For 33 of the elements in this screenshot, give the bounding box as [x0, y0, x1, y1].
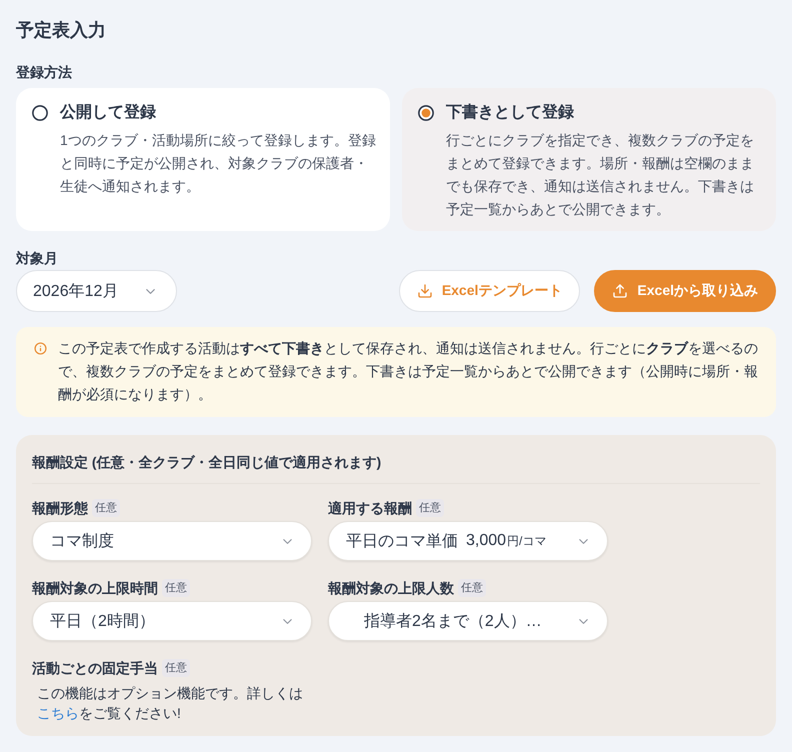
option-description: 行ごとにクラブを指定でき、複数クラブの予定をまとめて登録できます。場所・報酬は空欄のままでも保存でき、通知は送信されません。下書きは予定一覧からあとで公開できます。	[446, 131, 755, 219]
month-select[interactable]: 2026年12月	[16, 270, 177, 312]
registration-option-card[interactable]: 公開して登録 1つのクラブ・活動場所に絞って登録します。登録と同時に予定が公開され、対象クラブの保護者・生徒へ通知されます。	[16, 88, 390, 231]
field-label: 報酬対象の上限時間	[32, 579, 158, 598]
notice-text: この予定表で作成する活動はすべて下書きとして保存され、通知は送信されません。行ごとにクラブを選べるので、複数クラブの予定をまとめて登録できます。下書きは予定一覧からあとで公開できます（公開時に場所・報酬が必須になります）。	[58, 339, 759, 404]
section-label: 登録方法	[16, 63, 72, 82]
page-title: 予定表入力	[16, 19, 106, 42]
optional-badge: 任意	[458, 579, 486, 597]
section-label: 対象月	[16, 249, 58, 268]
optional-badge: 任意	[416, 499, 444, 517]
option-title: 下書きとして登録	[446, 102, 574, 123]
field-label: 活動ごとの固定手当	[32, 659, 158, 678]
info-icon	[34, 342, 47, 355]
upload-icon	[612, 283, 628, 299]
reward-select[interactable]: 指導者2名まで（2人）…	[328, 601, 608, 641]
field-label: 報酬対象の上限人数	[328, 579, 454, 598]
reward-select[interactable]: 平日（2時間）	[32, 601, 312, 641]
radio-icon[interactable]	[418, 105, 434, 121]
optional-badge: 任意	[92, 499, 120, 517]
allowance-text: この機能はオプション機能です。詳しくは こちら をご覧ください!	[36, 684, 303, 723]
optional-badge: 任意	[162, 659, 190, 677]
field-label: 報酬形態	[32, 499, 88, 518]
registration-option-card[interactable]: 下書きとして登録 行ごとにクラブを指定でき、複数クラブの予定をまとめて登録できます。場所・報酬は空欄のままでも保存でき、通知は送信されません。下書きは予定一覧からあとで公開できます。	[402, 88, 776, 231]
reward-select[interactable]: コマ制度	[32, 521, 312, 561]
optional-badge: 任意	[162, 579, 190, 597]
field-label: 適用する報酬	[328, 499, 412, 518]
option-title: 公開して登録	[60, 102, 156, 123]
reward-heading: 報酬設定 (任意・全クラブ・全日同じ値で適用されます)	[32, 453, 382, 472]
reward-select[interactable]: 平日のコマ単価 3,000 円/コマ	[328, 521, 608, 561]
radio-icon[interactable]	[32, 105, 48, 121]
download-icon	[416, 283, 433, 299]
option-description: 1つのクラブ・活動場所に絞って登録します。登録と同時に予定が公開され、対象クラブの保護者・生徒へ通知されます。	[60, 131, 376, 196]
details-link[interactable]: こちら	[37, 705, 79, 721]
